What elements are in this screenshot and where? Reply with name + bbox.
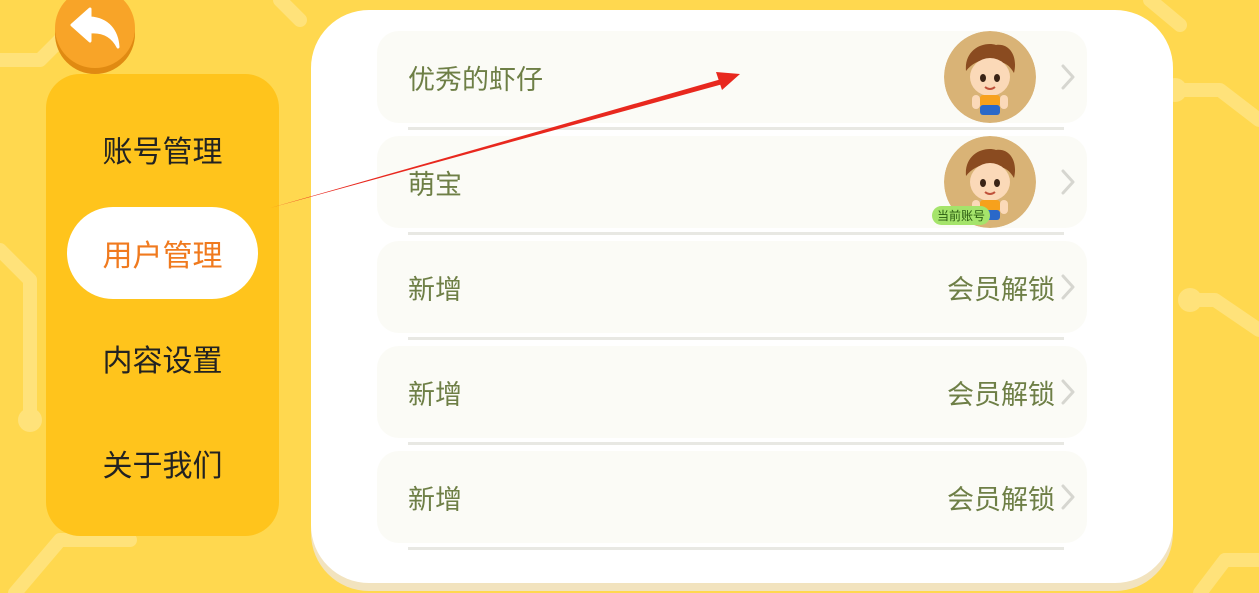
chevron-right-icon <box>1061 136 1075 228</box>
user-list-panel: 优秀的虾仔 萌宝 当前账号 新增 会员解锁 新增 会员解锁 新增 会员解锁 <box>311 10 1173 583</box>
current-account-badge: 当前账号 <box>931 206 991 225</box>
chevron-right-icon <box>1061 346 1075 438</box>
sidebar-item-label: 账号管理 <box>102 135 223 170</box>
add-user-label: 新增 <box>408 274 462 306</box>
back-arrow-icon <box>70 7 120 49</box>
add-user-label: 新增 <box>408 379 462 411</box>
back-button[interactable] <box>55 0 135 68</box>
divider <box>408 547 1064 550</box>
boy-avatar-icon <box>944 31 1036 123</box>
divider <box>408 442 1064 445</box>
chevron-right-icon <box>1061 451 1075 543</box>
sidebar-item-label: 用户管理 <box>102 239 223 274</box>
sidebar-item-content-settings[interactable]: 内容设置 <box>67 312 258 404</box>
divider <box>408 337 1064 340</box>
chevron-right-icon <box>1061 31 1075 123</box>
sidebar-item-account-management[interactable]: 账号管理 <box>67 103 258 195</box>
user-row[interactable]: 优秀的虾仔 <box>377 31 1087 123</box>
user-name: 萌宝 <box>408 169 462 201</box>
sidebar-item-label: 关于我们 <box>102 449 223 484</box>
sidebar: 账号管理 用户管理 内容设置 关于我们 <box>46 74 279 536</box>
add-user-label: 新增 <box>408 484 462 516</box>
member-unlock-label: 会员解锁 <box>947 484 1055 516</box>
member-unlock-label: 会员解锁 <box>947 379 1055 411</box>
chevron-right-icon <box>1061 241 1075 333</box>
add-user-row[interactable]: 新增 会员解锁 <box>377 451 1087 543</box>
member-unlock-label: 会员解锁 <box>947 274 1055 306</box>
sidebar-item-user-management[interactable]: 用户管理 <box>67 207 258 299</box>
add-user-row[interactable]: 新增 会员解锁 <box>377 346 1087 438</box>
divider <box>408 127 1064 130</box>
sidebar-item-about-us[interactable]: 关于我们 <box>67 417 258 509</box>
sidebar-item-label: 内容设置 <box>102 344 223 379</box>
user-name: 优秀的虾仔 <box>408 64 543 96</box>
add-user-row[interactable]: 新增 会员解锁 <box>377 241 1087 333</box>
divider <box>408 232 1064 235</box>
